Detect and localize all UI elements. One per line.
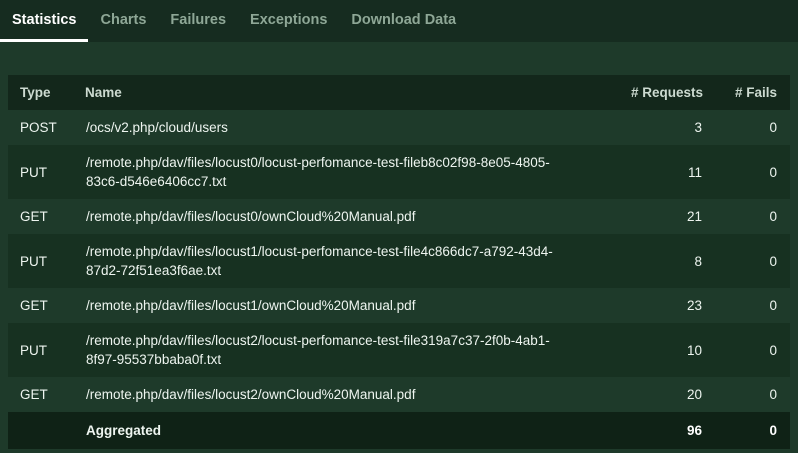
- requests-count-cell: 11: [687, 164, 702, 180]
- aggregated-fails-cell: 0: [769, 423, 777, 438]
- statistics-panel: Type Name # Requests # Fails POST /ocs/v…: [8, 75, 790, 449]
- method-cell: GET: [20, 387, 48, 402]
- requests-count-cell: 23: [686, 298, 702, 313]
- aggregated-requests-cell: 96: [686, 423, 702, 438]
- requests-count-cell: 20: [686, 387, 702, 402]
- requests-count-cell: 3: [694, 120, 702, 135]
- column-header-type[interactable]: Type: [8, 75, 85, 110]
- endpoint-name-cell: /remote.php/dav/files/locust1/locust-per…: [86, 244, 553, 278]
- table-row: PUT /remote.php/dav/files/locust0/locust…: [8, 145, 790, 199]
- method-cell: GET: [20, 298, 48, 313]
- table-row: GET /remote.php/dav/files/locust2/ownClo…: [8, 377, 790, 412]
- fails-count-cell: 0: [769, 342, 777, 358]
- endpoint-name-cell: /remote.php/dav/files/locust2/locust-per…: [86, 333, 550, 367]
- fails-count-cell: 0: [769, 209, 777, 224]
- method-cell: PUT: [20, 164, 47, 180]
- method-cell: POST: [20, 120, 57, 135]
- stats-table-body: POST /ocs/v2.php/cloud/users 3 0 PUT /re…: [8, 110, 790, 412]
- nav-tab-label: Statistics: [12, 11, 77, 28]
- nav-tab-label: Download Data: [351, 11, 457, 28]
- statistics-table: Type Name # Requests # Fails POST /ocs/v…: [8, 75, 790, 449]
- column-header-fails[interactable]: # Fails: [703, 75, 790, 110]
- aggregated-type-cell: [8, 412, 85, 449]
- column-header-name[interactable]: Name: [85, 75, 601, 110]
- requests-count-cell: 10: [686, 342, 702, 358]
- endpoint-name-cell: /ocs/v2.php/cloud/users: [86, 120, 228, 135]
- tab-download-data[interactable]: Download Data: [339, 0, 468, 42]
- tab-charts[interactable]: Charts: [88, 0, 158, 42]
- fails-count-cell: 0: [769, 164, 777, 180]
- requests-count-cell: 8: [694, 253, 702, 269]
- requests-count-cell: 21: [686, 209, 702, 224]
- nav-tab-label: Charts: [100, 11, 147, 28]
- nav-tab-label: Exceptions: [250, 11, 328, 28]
- fails-count-cell: 0: [769, 120, 777, 135]
- column-header-requests[interactable]: # Requests: [601, 75, 703, 110]
- endpoint-name-cell: /remote.php/dav/files/locust0/ownCloud%2…: [86, 209, 416, 224]
- table-row: PUT /remote.php/dav/files/locust1/locust…: [8, 234, 790, 288]
- fails-count-cell: 0: [769, 387, 777, 402]
- tab-exceptions[interactable]: Exceptions: [238, 0, 339, 42]
- aggregated-label: Aggregated: [86, 423, 162, 438]
- method-cell: PUT: [20, 342, 47, 358]
- nav-tab-label: Failures: [170, 11, 227, 28]
- top-navigation: Statistics Charts Failures Exceptions Do…: [0, 0, 798, 42]
- tab-failures[interactable]: Failures: [158, 0, 238, 42]
- table-row: POST /ocs/v2.php/cloud/users 3 0: [8, 110, 790, 145]
- method-cell: GET: [20, 209, 48, 224]
- tab-statistics[interactable]: Statistics: [0, 0, 89, 42]
- aggregated-row: Aggregated 96 0: [8, 412, 790, 449]
- table-row: GET /remote.php/dav/files/locust0/ownClo…: [8, 199, 790, 234]
- endpoint-name-cell: /remote.php/dav/files/locust2/ownCloud%2…: [86, 387, 416, 402]
- table-header-row: Type Name # Requests # Fails: [8, 75, 790, 110]
- table-row: PUT /remote.php/dav/files/locust2/locust…: [8, 323, 790, 377]
- endpoint-name-cell: /remote.php/dav/files/locust1/ownCloud%2…: [86, 298, 416, 313]
- fails-count-cell: 0: [769, 298, 777, 313]
- method-cell: PUT: [20, 253, 47, 269]
- table-row: GET /remote.php/dav/files/locust1/ownClo…: [8, 288, 790, 323]
- fails-count-cell: 0: [769, 253, 777, 269]
- endpoint-name-cell: /remote.php/dav/files/locust0/locust-per…: [86, 155, 550, 189]
